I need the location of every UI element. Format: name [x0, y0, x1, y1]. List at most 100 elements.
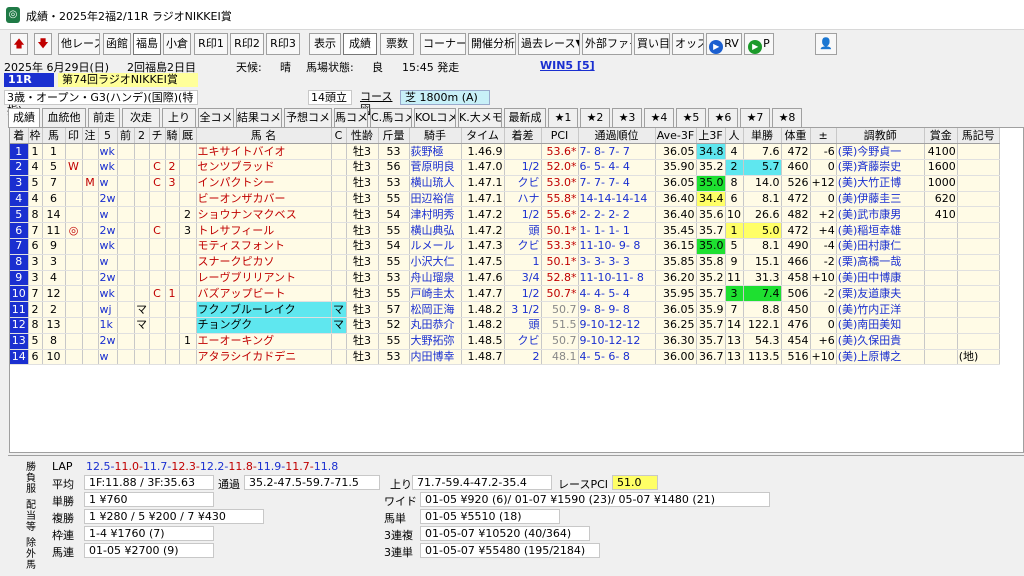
table-row[interactable]: 12 8 13 1k マチョングクマ牡3 52 丸田恭介 1.48.2 頭 51.5 9-10-12… [10, 317, 1000, 334]
table-row[interactable]: 6 7 11 ◎ 2w C 3 トレサフィール 牡3 55 横山典弘 1.47.2 頭 50.1* 1- 1… [10, 222, 1000, 240]
tab-6[interactable]: 結果コメ [236, 108, 282, 127]
side-tab-scratched[interactable]: 除外馬 [24, 538, 38, 574]
tab-13[interactable]: ★1 [548, 108, 578, 127]
past-races-button[interactable]: 過去レース▼ [518, 33, 580, 55]
tab-17[interactable]: ★5 [676, 108, 706, 127]
table-row[interactable]: 4 4 6 2w ビーオンザカバー 牡3 55 田辺裕信 1.47.1 ハナ 55.8* 14-14-… [10, 191, 1000, 208]
column-header[interactable]: 馬記号 [957, 128, 1000, 145]
cell-18: 55.6* [541, 206, 579, 224]
down-arrow-icon[interactable]: 🡇 [34, 33, 52, 55]
column-header[interactable]: Ave-3F [655, 128, 697, 145]
rv-button[interactable]: ▶ RV [706, 33, 742, 55]
column-header[interactable]: 馬 [42, 128, 66, 145]
tab-14[interactable]: ★2 [580, 108, 610, 127]
tab-19[interactable]: ★7 [740, 108, 770, 127]
column-header[interactable]: ± [810, 128, 837, 145]
tab-0[interactable]: 成績 [8, 108, 40, 128]
table-row[interactable]: 13 5 8 2w 1 エーオーキング 牡3 55 大野拓弥 1.48.5 クビ 50.7 9-10-1… [10, 333, 1000, 350]
column-header[interactable]: 枠 [28, 128, 43, 145]
course-map-link[interactable]: コース図 [360, 90, 400, 116]
column-header[interactable]: 調教師 [836, 128, 925, 145]
column-header[interactable]: チ [149, 128, 166, 145]
corner-order-button[interactable]: コーナー順 [420, 33, 466, 55]
venue-kokura-button[interactable]: 小倉 [163, 33, 191, 55]
column-header[interactable]: 斤量 [378, 128, 410, 145]
tab-12[interactable]: 最新成 [504, 108, 546, 127]
tab-3[interactable]: 次走 [122, 108, 160, 127]
tab-1[interactable]: 血統他 [42, 108, 86, 127]
table-row[interactable]: 5 8 14 w 2 ショウナンマクベス 牡3 54 津村明秀 1.47.2 1/2 55.6* 2- … [10, 206, 1000, 224]
column-header[interactable]: 着 [10, 128, 29, 145]
tab-9[interactable]: C.馬コメ [370, 108, 412, 127]
cell-23: 8.1 [743, 191, 782, 208]
tab-7[interactable]: 予想コメ [284, 108, 332, 127]
r-mark1-button[interactable]: R印1 [194, 33, 228, 55]
table-row[interactable]: 10 7 12 wk C 1 バズアップビート 牡3 55 戸崎圭太 1.47.7 1/2 50.7* 4… [10, 285, 1000, 303]
odds-button[interactable]: オッズ [672, 33, 704, 55]
display-button[interactable]: 表示 [309, 33, 341, 55]
cell-4 [82, 206, 99, 224]
tab-2[interactable]: 前走 [88, 108, 120, 127]
column-header[interactable]: 2 [134, 128, 150, 145]
column-header[interactable]: 賞金 [924, 128, 958, 145]
cell-27: 1600 [924, 159, 958, 176]
other-races-button[interactable]: 他レース [58, 33, 100, 55]
win5-link[interactable]: WIN5 [5] [540, 59, 595, 72]
column-header[interactable]: 単勝 [743, 128, 782, 145]
up-arrow-icon[interactable]: 🡅 [10, 33, 28, 55]
tab-5[interactable]: 全コメ [198, 108, 234, 127]
results-button[interactable]: 成績 [343, 33, 377, 55]
side-tab-payouts[interactable]: 配当等 [24, 500, 38, 536]
column-header[interactable]: 印 [65, 128, 83, 145]
lap-label: LAP [52, 460, 73, 473]
cell-9 [165, 206, 180, 224]
tab-20[interactable]: ★8 [772, 108, 802, 127]
column-header[interactable]: 馬 名 [196, 128, 332, 145]
column-header[interactable]: 前 [117, 128, 135, 145]
votes-button[interactable]: 票数 [380, 33, 414, 55]
column-header[interactable]: 上3F [696, 128, 726, 145]
tab-18[interactable]: ★6 [708, 108, 738, 127]
column-header[interactable]: 注 [82, 128, 99, 145]
tab-10[interactable]: KOLコメ [414, 108, 456, 127]
column-header[interactable]: 騎手 [409, 128, 462, 145]
venue-hakodate-button[interactable]: 函館 [103, 33, 131, 55]
p-button[interactable]: ▶ P [744, 33, 774, 55]
column-header[interactable]: タイム [461, 128, 505, 145]
table-row[interactable]: 14 6 10 w アタラシイカドデニ 牡3 53 内田博幸 1.48.7 2 48.1 4- 5- … [10, 349, 1000, 366]
meeting-analysis-button[interactable]: 開催分析 [468, 33, 516, 55]
r-mark2-button[interactable]: R印2 [230, 33, 264, 55]
column-header[interactable]: 着差 [504, 128, 542, 145]
table-row[interactable]: 1 1 1 wk エキサイトバイオ 牡3 53 荻野極 1.46.9 53.6* 7- 8- 7- … [10, 143, 1000, 161]
column-header[interactable]: 体重 [781, 128, 811, 145]
tab-4[interactable]: 上り [162, 108, 196, 127]
table-row[interactable]: 11 2 2 wj マフクノブルーレイクマ牡3 57 松岡正海 1.48.2 3 1/2 50.7… [10, 301, 1000, 319]
cell-12: マ [331, 301, 347, 319]
column-header[interactable]: 5 [98, 128, 118, 145]
tab-8[interactable]: 馬コメ [334, 108, 368, 127]
bets-button[interactable]: 買い目 [634, 33, 670, 55]
column-header[interactable]: 性齢 [346, 128, 379, 145]
side-tab-silks[interactable]: 勝負服 [24, 462, 38, 498]
column-header[interactable]: 通過順位 [578, 128, 656, 145]
column-header[interactable]: 厩 [179, 128, 197, 145]
table-row[interactable]: 8 3 3 w スナークピカソ 牡3 55 小沢大仁 1.47.5 1 50.1* 3- 3- 3- … [10, 254, 1000, 271]
tab-11[interactable]: K.大メモ [458, 108, 502, 127]
cell-15: 松岡正海 [409, 301, 462, 319]
tab-16[interactable]: ★4 [644, 108, 674, 127]
external-file-button[interactable]: 外部ファイル [582, 33, 632, 55]
r-mark3-button[interactable]: R印3 [266, 33, 300, 55]
cell-18: 52.8* [541, 270, 579, 287]
column-header[interactable]: PCI [541, 128, 579, 145]
table-row[interactable]: 3 5 7 Mw C 3 インパクトシー 牡3 53 横山琉人 1.47.1 クビ 53.0* 7- 7-… [10, 175, 1000, 192]
table-row[interactable]: 9 3 4 2w レーヴブリリアント 牡3 53 舟山瑠泉 1.47.6 3/4 52.8* 11-1… [10, 270, 1000, 287]
table-row[interactable]: 2 4 5 Wwk C 2 センツブラッド 牡3 56 菅原明良 1.47.0 1/2 52.0* 6- … [10, 159, 1000, 176]
column-header[interactable]: 人 [725, 128, 744, 145]
person-icon[interactable]: 👤 [815, 33, 837, 55]
column-header[interactable]: 騎 [165, 128, 180, 145]
table-row[interactable]: 7 6 9 wk モティスフォント 牡3 54 ルメール 1.47.3 クビ 53.3* 11-10-… [10, 238, 1000, 255]
tab-15[interactable]: ★3 [612, 108, 642, 127]
column-header[interactable]: C [331, 128, 347, 145]
race-number: 11R [4, 73, 54, 87]
venue-fukushima-button[interactable]: 福島 [133, 33, 161, 55]
